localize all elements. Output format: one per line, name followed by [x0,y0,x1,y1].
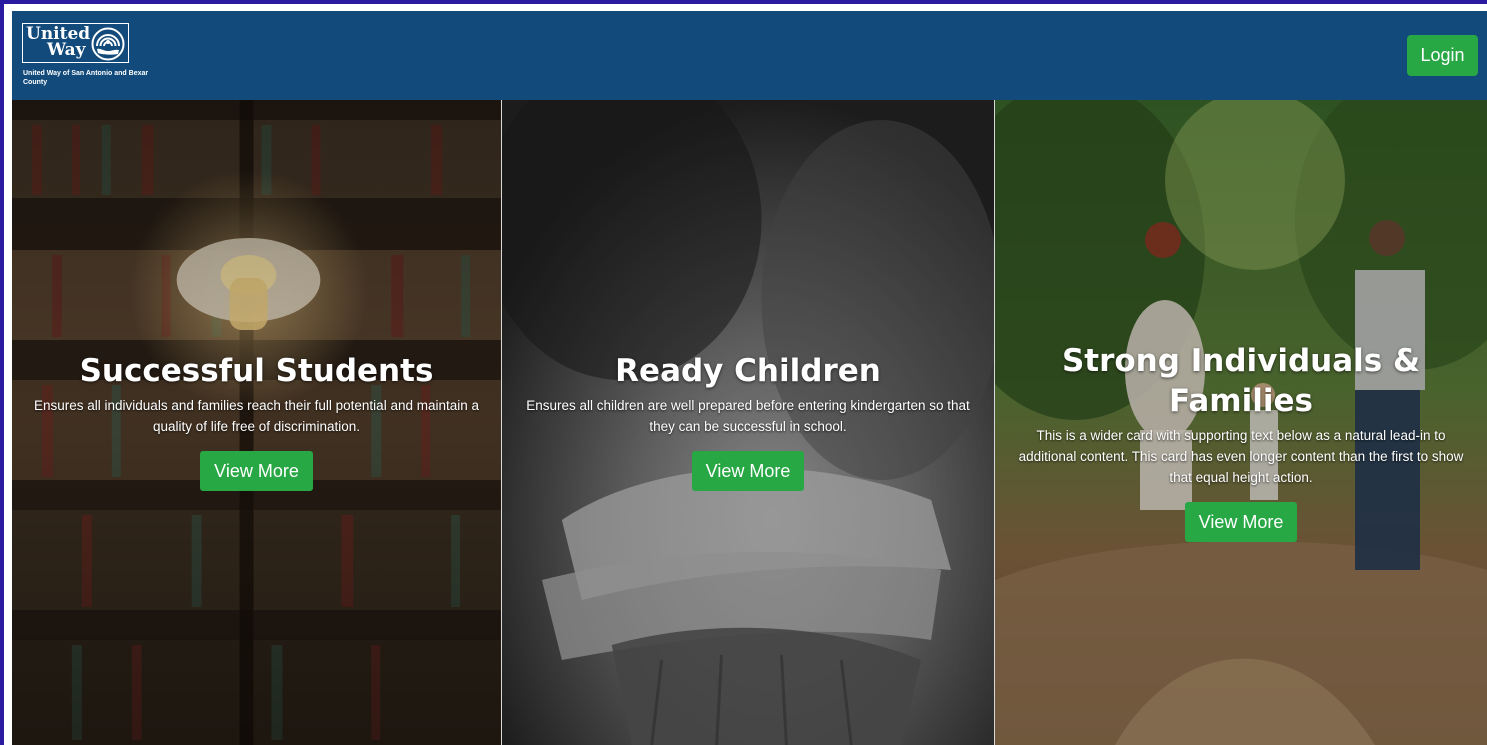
card-deck: Successful Students Ensures all individu… [12,100,1487,745]
view-more-button[interactable]: View More [1184,502,1298,542]
card-text: Ensures all individuals and families rea… [34,398,479,434]
card-body: Successful Students Ensures all individu… [12,351,501,491]
card-strong-individuals-families: Strong Individuals & Families This is a … [995,100,1487,745]
card-successful-students: Successful Students Ensures all individu… [12,100,502,745]
card-body: Strong Individuals & Families This is a … [995,341,1487,542]
logo-subtitle: United Way of San Antonio and Bexar Coun… [23,70,149,86]
card-title: Ready Children [615,353,881,389]
view-more-button[interactable]: View More [200,451,313,491]
hand-rainbow-emblem-icon [91,27,125,61]
logo-word-way: Way [47,40,86,60]
united-way-logo[interactable]: United Way United Way of San Antonio and… [22,23,148,93]
view-more-button[interactable]: View More [691,451,805,491]
card-text: Ensures all children are well prepared b… [526,398,970,434]
card-ready-children: Ready Children Ensures all children are … [502,100,995,745]
top-navbar: United Way United Way of San Antonio and… [12,11,1487,100]
logo-box: United Way [22,23,129,63]
page-frame: United Way United Way of San Antonio and… [4,4,1487,745]
login-button[interactable]: Login [1407,35,1478,76]
card-title: Strong Individuals & Families [1061,343,1421,419]
card-body: Ready Children Ensures all children are … [502,351,994,491]
card-text: This is a wider card with supporting tex… [1018,428,1464,485]
card-title: Successful Students [79,353,434,389]
